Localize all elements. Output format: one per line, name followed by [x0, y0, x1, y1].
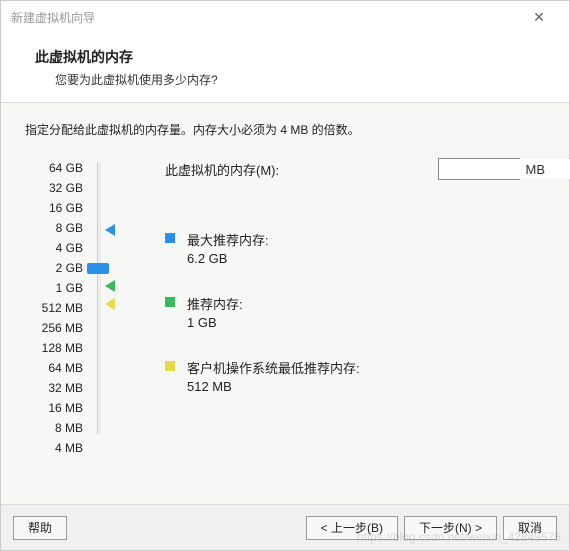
slider-label: 512 MB — [25, 298, 83, 318]
rec-max-label: 最大推荐内存: — [187, 230, 269, 249]
memory-input-row: 此虚拟机的内存(M): ▲ ▼ MB — [165, 158, 545, 180]
rec-value: 1 GB — [187, 315, 243, 330]
slider-track-column — [83, 158, 123, 494]
slider-label: 2 GB — [25, 258, 83, 278]
slider-label: 4 MB — [25, 438, 83, 458]
rec-min-label: 客户机操作系统最低推荐内存: — [187, 358, 360, 377]
marker-max-icon — [105, 224, 115, 236]
main-row: 64 GB 32 GB 16 GB 8 GB 4 GB 2 GB 1 GB 51… — [25, 158, 545, 494]
header: 此虚拟机的内存 您要为此虚拟机使用多少内存? — [1, 33, 569, 103]
memory-label: 此虚拟机的内存(M): — [165, 160, 438, 179]
slider-label: 256 MB — [25, 318, 83, 338]
wizard-window: 新建虚拟机向导 ✕ 此虚拟机的内存 您要为此虚拟机使用多少内存? 指定分配给此虚… — [0, 0, 570, 551]
slider-label: 8 GB — [25, 218, 83, 238]
rec-label: 推荐内存: — [187, 294, 243, 313]
slider-label: 16 MB — [25, 398, 83, 418]
square-yellow-icon — [165, 361, 175, 371]
footer: 帮助 < 上一步(B) 下一步(N) > 取消 — [1, 504, 569, 550]
page-title: 此虚拟机的内存 — [35, 47, 547, 67]
memory-slider[interactable] — [97, 162, 101, 434]
page-subtitle: 您要为此虚拟机使用多少内存? — [35, 71, 547, 88]
slider-column: 64 GB 32 GB 16 GB 8 GB 4 GB 2 GB 1 GB 51… — [25, 158, 135, 494]
next-button[interactable]: 下一步(N) > — [404, 516, 497, 540]
slider-thumb[interactable] — [87, 263, 109, 274]
titlebar: 新建虚拟机向导 ✕ — [1, 1, 569, 33]
memory-spinner-wrap: ▲ ▼ MB — [438, 158, 546, 180]
back-button[interactable]: < 上一步(B) — [306, 516, 398, 540]
instruction-text: 指定分配给此虚拟机的内存量。内存大小必须为 4 MB 的倍数。 — [25, 121, 545, 138]
close-icon[interactable]: ✕ — [519, 9, 559, 26]
recommendation-min: 客户机操作系统最低推荐内存: 512 MB — [165, 358, 545, 414]
square-blue-icon — [165, 233, 175, 243]
marker-min-icon — [105, 298, 115, 310]
slider-label: 16 GB — [25, 198, 83, 218]
window-title: 新建虚拟机向导 — [11, 9, 519, 26]
info-column: 此虚拟机的内存(M): ▲ ▼ MB — [135, 158, 545, 494]
help-button[interactable]: 帮助 — [13, 516, 67, 540]
square-green-icon — [165, 297, 175, 307]
slider-label: 32 MB — [25, 378, 83, 398]
memory-input[interactable] — [439, 159, 570, 179]
slider-label: 1 GB — [25, 278, 83, 298]
recommendation-max: 最大推荐内存: 6.2 GB — [165, 230, 545, 286]
slider-label: 8 MB — [25, 418, 83, 438]
slider-label: 4 GB — [25, 238, 83, 258]
content-area: 指定分配给此虚拟机的内存量。内存大小必须为 4 MB 的倍数。 64 GB 32… — [1, 103, 569, 504]
rec-max-value: 6.2 GB — [187, 251, 269, 266]
cancel-button[interactable]: 取消 — [503, 516, 557, 540]
memory-unit: MB — [526, 162, 546, 177]
slider-labels: 64 GB 32 GB 16 GB 8 GB 4 GB 2 GB 1 GB 51… — [25, 158, 83, 494]
slider-label: 64 MB — [25, 358, 83, 378]
rec-min-value: 512 MB — [187, 379, 360, 394]
recommendation-rec: 推荐内存: 1 GB — [165, 294, 545, 350]
marker-recommended-icon — [105, 280, 115, 292]
memory-spinner[interactable]: ▲ ▼ — [438, 158, 520, 180]
slider-label: 32 GB — [25, 178, 83, 198]
slider-label: 64 GB — [25, 158, 83, 178]
slider-label: 128 MB — [25, 338, 83, 358]
